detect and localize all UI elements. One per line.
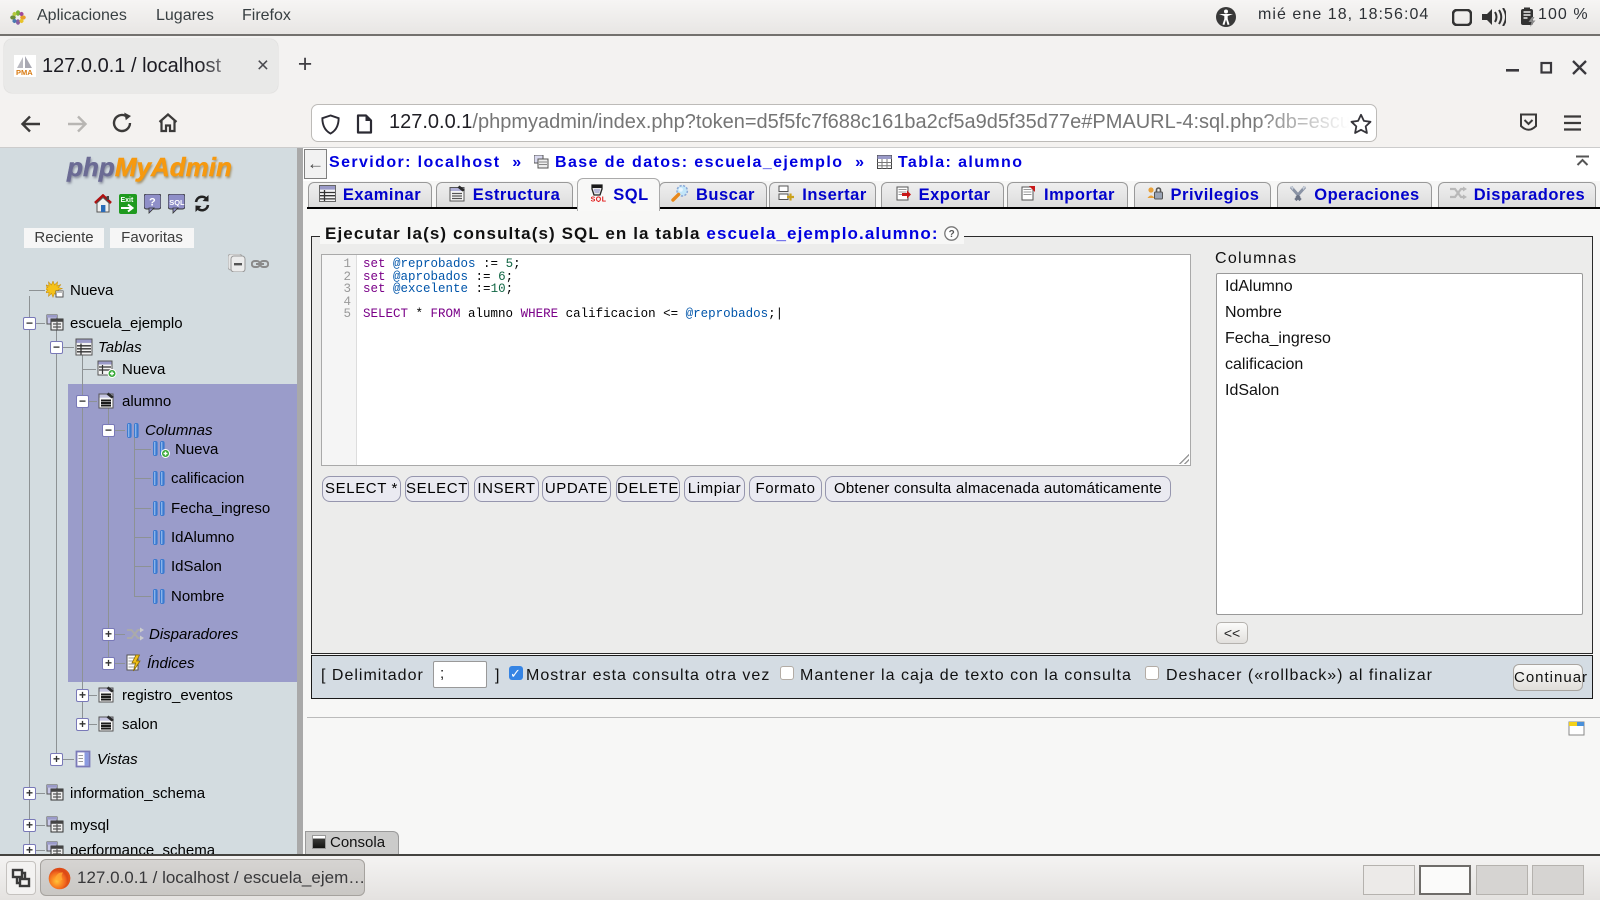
svg-text:Exit: Exit bbox=[121, 197, 135, 204]
svg-text:SQL: SQL bbox=[169, 198, 185, 207]
svg-text:PMA: PMA bbox=[16, 68, 33, 77]
svg-text:?: ? bbox=[149, 197, 156, 209]
svg-text:SQL: SQL bbox=[591, 196, 606, 202]
svg-text:?: ? bbox=[949, 229, 956, 240]
